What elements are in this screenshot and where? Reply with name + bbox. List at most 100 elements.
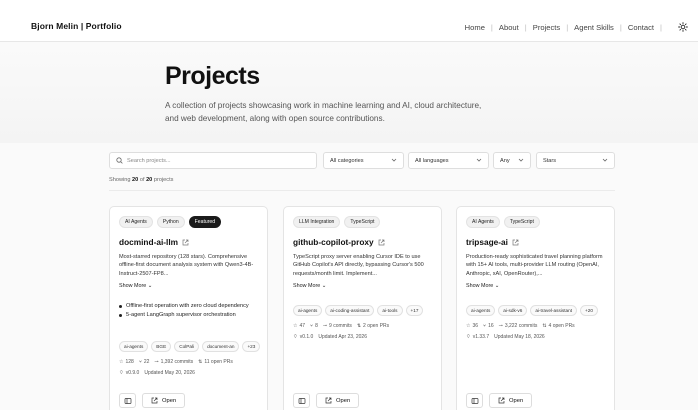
page-description: A collection of projects showcasing work… bbox=[165, 101, 482, 123]
topic-chip[interactable]: ai-agents bbox=[466, 305, 496, 316]
repository-icon bbox=[124, 397, 131, 404]
card-description: TypeScript proxy server enabling Cursor … bbox=[293, 254, 424, 277]
topic-chip[interactable]: document-an bbox=[202, 341, 240, 352]
category-select[interactable]: All categories bbox=[323, 152, 404, 169]
language-select[interactable]: All languages bbox=[408, 152, 489, 169]
chevron-down-icon bbox=[391, 158, 397, 164]
nav-contact[interactable]: Contact bbox=[628, 23, 654, 32]
external-link-icon bbox=[498, 397, 505, 404]
nav-divider: | bbox=[566, 22, 569, 32]
card-actions: Open bbox=[466, 393, 533, 408]
card-tags: AI Agents Python Featured bbox=[119, 216, 222, 228]
open-button[interactable]: Open bbox=[142, 393, 186, 408]
external-link-icon bbox=[151, 397, 158, 404]
chevron-down-icon: ⌄ bbox=[321, 283, 327, 289]
chevron-down-icon: ⌄ bbox=[147, 283, 153, 289]
tag: LLM Integration bbox=[293, 216, 341, 228]
open-button[interactable]: Open bbox=[316, 393, 360, 408]
sort-value: Stars bbox=[543, 157, 557, 164]
tag-icon: ⌔ bbox=[466, 334, 471, 340]
pull-request-icon: ⇅ bbox=[542, 323, 547, 329]
range-select[interactable]: Any bbox=[493, 152, 531, 169]
tag-icon: ⌔ bbox=[293, 334, 298, 340]
card-title: docmind-ai-llm bbox=[119, 237, 179, 247]
repository-icon bbox=[471, 397, 478, 404]
star-icon: ☆ bbox=[119, 359, 124, 365]
sun-icon[interactable] bbox=[678, 22, 688, 32]
repo-stats: ☆ 128 ⑂ 22 ⊸ 1,392 commits ⇅ 11 open PRs bbox=[119, 359, 233, 365]
fork-icon: ⑂ bbox=[310, 323, 314, 329]
search-input[interactable]: Search projects... bbox=[109, 152, 317, 169]
card-title-link[interactable]: github-copilot-proxy bbox=[293, 237, 385, 247]
open-button[interactable]: Open bbox=[489, 393, 533, 408]
card-title-link[interactable]: docmind-ai-llm bbox=[119, 237, 189, 247]
list-item: Offline-first operation with zero cloud … bbox=[119, 302, 261, 310]
fork-icon: ⑂ bbox=[138, 359, 142, 365]
commit-icon: ⊸ bbox=[322, 323, 328, 329]
page-title: Projects bbox=[165, 62, 260, 90]
external-link-icon bbox=[512, 239, 519, 245]
topic-chip[interactable]: BGE bbox=[151, 341, 172, 352]
topic-chip[interactable]: ColPali bbox=[174, 341, 200, 352]
github-button[interactable] bbox=[293, 393, 310, 408]
nav-divider: | bbox=[660, 22, 662, 32]
nav-agent-skills[interactable]: Agent Skills bbox=[574, 23, 614, 32]
card-title-link[interactable]: tripsage-ai bbox=[466, 237, 519, 247]
nav-divider: | bbox=[524, 22, 527, 32]
repo-meta: ⌔ v1.33.7 Updated May 18, 2026 bbox=[466, 334, 545, 340]
tag: TypeScript bbox=[503, 216, 540, 228]
chevron-down-icon bbox=[602, 158, 608, 164]
show-more-button[interactable]: Show More ⌄ bbox=[466, 283, 499, 289]
nav-projects[interactable]: Projects bbox=[533, 23, 560, 32]
card-description: Production-ready sophisticated travel pl… bbox=[466, 254, 603, 277]
topic-list: ai-agents ai-coding-assistant ai-tools +… bbox=[293, 305, 424, 316]
pull-request-icon: ⇅ bbox=[356, 323, 362, 329]
topic-chip[interactable]: ai-tools bbox=[377, 305, 403, 316]
language-value: All languages bbox=[415, 157, 449, 164]
featured-badge: Featured bbox=[188, 216, 222, 228]
repo-meta: ⌔ v0.9.0 Updated May 20, 2026 bbox=[119, 370, 195, 376]
tag: AI Agents bbox=[466, 216, 500, 228]
github-button[interactable] bbox=[119, 393, 136, 408]
topic-more-chip[interactable]: +17 bbox=[405, 305, 424, 316]
divider bbox=[109, 190, 615, 191]
card-title: github-copilot-proxy bbox=[293, 237, 374, 247]
search-placeholder: Search projects... bbox=[127, 157, 171, 164]
topic-chip[interactable]: ai-sdk-v6 bbox=[498, 305, 528, 316]
show-more-button[interactable]: Show More ⌄ bbox=[119, 283, 152, 289]
topic-more-chip[interactable]: +20 bbox=[580, 305, 598, 316]
external-link-icon bbox=[325, 397, 332, 404]
chevron-down-icon bbox=[476, 158, 482, 164]
brand-link[interactable]: Bjorn Melin | Portfolio bbox=[31, 21, 122, 31]
sort-select[interactable]: Stars bbox=[536, 152, 615, 169]
repository-icon bbox=[298, 397, 305, 404]
repo-meta: ⌔ v0.1.0 Updated Apr 23, 2026 bbox=[293, 334, 367, 340]
topic-more-chip[interactable]: +23 bbox=[242, 341, 261, 352]
tag-icon: ⌔ bbox=[119, 370, 124, 376]
tag: Python bbox=[156, 216, 185, 228]
updated-date: Updated May 18, 2026 bbox=[494, 334, 545, 340]
list-item: 5-agent LangGraph supervisor orchestrati… bbox=[119, 311, 261, 319]
card-tags: AI Agents TypeScript bbox=[466, 216, 540, 228]
top-navbar: Bjorn Melin | Portfolio Home | About | P… bbox=[0, 0, 698, 42]
commit-icon: ⊸ bbox=[154, 359, 159, 365]
topic-chip[interactable]: ai-travel-assistant bbox=[530, 305, 578, 316]
nav-links: Home | About | Projects | Agent Skills |… bbox=[465, 22, 688, 32]
nav-home[interactable]: Home bbox=[465, 23, 485, 32]
repo-stats: ☆ 47 ⑂ 8 ⊸ 9 commits ⇅ 2 open PRs bbox=[293, 323, 390, 329]
topic-list: ai-agents ai-sdk-v6 ai-travel-assistant … bbox=[466, 305, 598, 316]
star-icon: ☆ bbox=[293, 323, 298, 329]
topic-chip[interactable]: ai-coding-assistant bbox=[325, 305, 375, 316]
nav-about[interactable]: About bbox=[499, 23, 519, 32]
feature-list: Offline-first operation with zero cloud … bbox=[119, 302, 261, 321]
github-button[interactable] bbox=[466, 393, 483, 408]
commit-icon: ⊸ bbox=[498, 323, 503, 329]
topic-chip[interactable]: ai-agents bbox=[293, 305, 323, 316]
fork-icon: ⑂ bbox=[483, 323, 487, 329]
project-card: AI Agents Python Featured docmind-ai-llm… bbox=[109, 206, 268, 410]
card-tags: LLM Integration TypeScript bbox=[293, 216, 381, 228]
pull-request-icon: ⇅ bbox=[198, 359, 203, 365]
card-actions: Open bbox=[293, 393, 360, 408]
topic-chip[interactable]: ai-agents bbox=[119, 341, 149, 352]
show-more-button[interactable]: Show More ⌄ bbox=[293, 283, 326, 289]
